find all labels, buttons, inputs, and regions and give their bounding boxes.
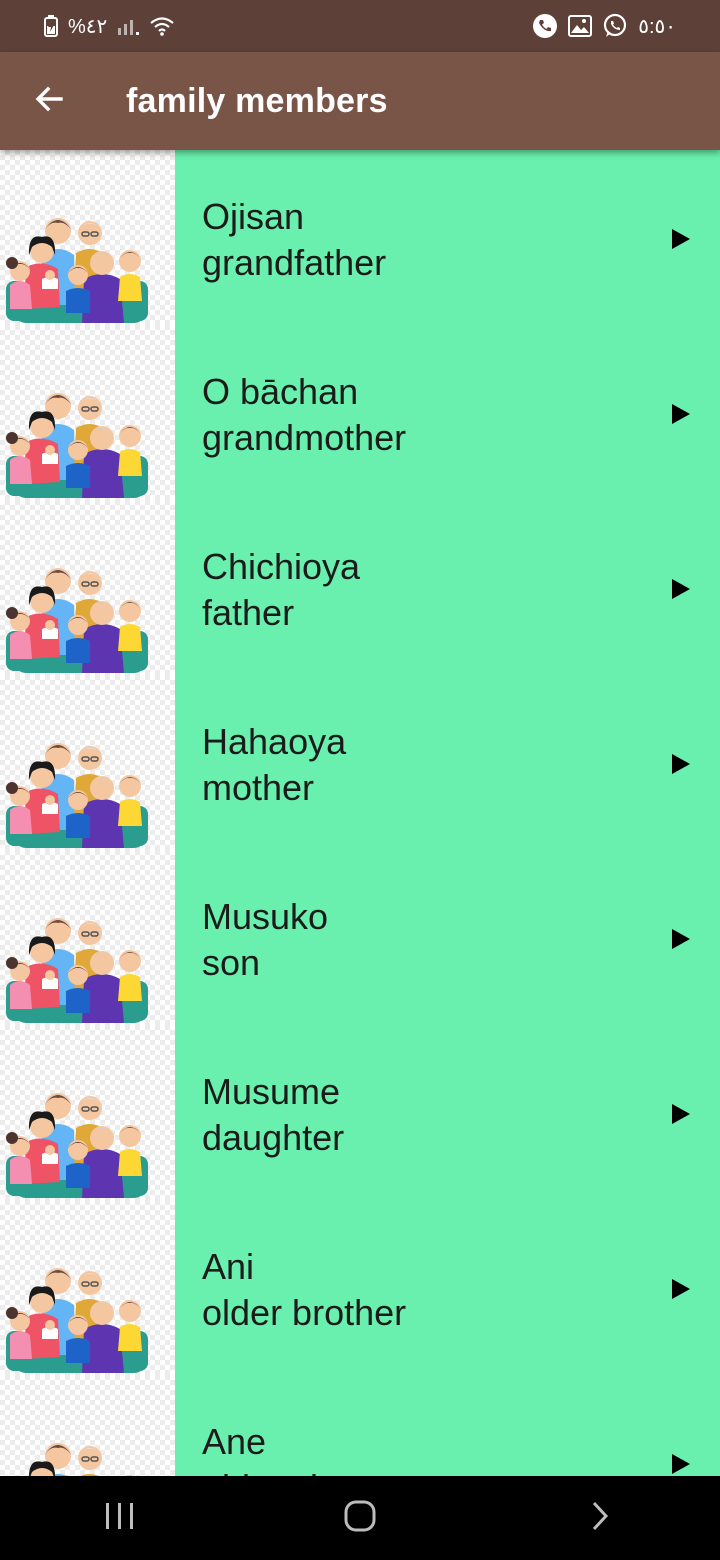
english-word: grandmother (202, 417, 407, 458)
item-text: Musume daughter (202, 1069, 344, 1161)
whatsapp-icon (602, 13, 628, 39)
english-word: older brother (202, 1292, 407, 1333)
japanese-word: Musume (202, 1071, 341, 1112)
play-icon[interactable] (670, 1277, 692, 1306)
play-icon[interactable] (670, 1102, 692, 1131)
play-icon[interactable] (670, 402, 692, 431)
back-chevron-icon (588, 1500, 612, 1537)
item-text: Ani older brother (202, 1244, 406, 1336)
item-body: Ojisan grandfather (175, 150, 720, 325)
family-list: Ojisan grandfather O bāchan grandmother (0, 150, 720, 1476)
japanese-word: Ojisan (202, 196, 305, 237)
family-illustration (0, 1200, 175, 1375)
page-title: family members (126, 81, 388, 120)
item-body: Hahaoya mother (175, 675, 720, 850)
battery-icon (44, 15, 58, 37)
item-body: Musuko son (175, 850, 720, 1025)
japanese-word: Hahaoya (202, 721, 347, 762)
family-member-item[interactable]: Musuko son (0, 850, 720, 1025)
play-icon[interactable] (670, 752, 692, 781)
english-word: older sister (202, 1465, 378, 1476)
item-text: Musuko son (202, 894, 328, 986)
family-illustration (0, 1375, 175, 1476)
japanese-word: Ani (202, 1246, 255, 1287)
english-word: mother (202, 767, 315, 808)
family-member-item[interactable]: Hahaoya mother (0, 675, 720, 850)
english-word: father (202, 592, 295, 633)
recents-button[interactable] (80, 1488, 160, 1548)
signal-icon (117, 16, 140, 36)
japanese-word: O bāchan (202, 371, 359, 412)
recents-icon (104, 1501, 136, 1536)
item-text: Ojisan grandfather (202, 194, 386, 286)
play-icon[interactable] (670, 1452, 692, 1476)
wifi-icon (149, 15, 175, 37)
play-icon[interactable] (670, 927, 692, 956)
play-icon[interactable] (670, 577, 692, 606)
english-word: daughter (202, 1117, 345, 1158)
system-back-button[interactable] (560, 1488, 640, 1548)
english-word: son (202, 942, 261, 983)
family-member-item[interactable]: Ojisan grandfather (0, 150, 720, 325)
phone-call-icon (532, 13, 558, 39)
item-text: Chichioya father (202, 544, 360, 636)
item-body: Musume daughter (175, 1025, 720, 1200)
gallery-icon (568, 15, 593, 37)
play-icon[interactable] (670, 227, 692, 256)
item-text: Ane older sister (202, 1419, 378, 1476)
family-illustration (0, 1025, 175, 1200)
item-text: Hahaoya mother (202, 719, 346, 811)
family-member-item[interactable]: O bāchan grandmother (0, 325, 720, 500)
status-left: %٤٢ (44, 14, 175, 39)
arrow-back-icon (33, 83, 65, 120)
battery-percent: %٤٢ (68, 15, 108, 38)
english-word: grandfather (202, 242, 387, 283)
app-bar: family members (0, 52, 720, 150)
home-button[interactable] (320, 1488, 400, 1548)
item-body: Ani older brother (175, 1200, 720, 1375)
status-right: ٥:٥٠ (532, 13, 676, 39)
family-illustration (0, 850, 175, 1025)
family-member-item[interactable]: Ane older sister (0, 1375, 720, 1476)
family-member-item[interactable]: Chichioya father (0, 500, 720, 675)
status-time: ٥:٥٠ (638, 15, 676, 38)
japanese-word: Ane (202, 1421, 267, 1462)
family-member-item[interactable]: Musume daughter (0, 1025, 720, 1200)
status-bar: %٤٢ ٥:٥٠ (0, 0, 720, 52)
item-body: Chichioya father (175, 500, 720, 675)
back-button[interactable] (19, 71, 79, 131)
family-illustration (0, 150, 175, 325)
item-body: O bāchan grandmother (175, 325, 720, 500)
family-illustration (0, 325, 175, 500)
japanese-word: Musuko (202, 896, 329, 937)
japanese-word: Chichioya (202, 546, 361, 587)
system-nav-bar (0, 1476, 720, 1560)
item-body: Ane older sister (175, 1375, 720, 1476)
home-icon (343, 1499, 377, 1538)
family-illustration (0, 675, 175, 850)
item-text: O bāchan grandmother (202, 369, 406, 461)
family-member-item[interactable]: Ani older brother (0, 1200, 720, 1375)
family-illustration (0, 500, 175, 675)
